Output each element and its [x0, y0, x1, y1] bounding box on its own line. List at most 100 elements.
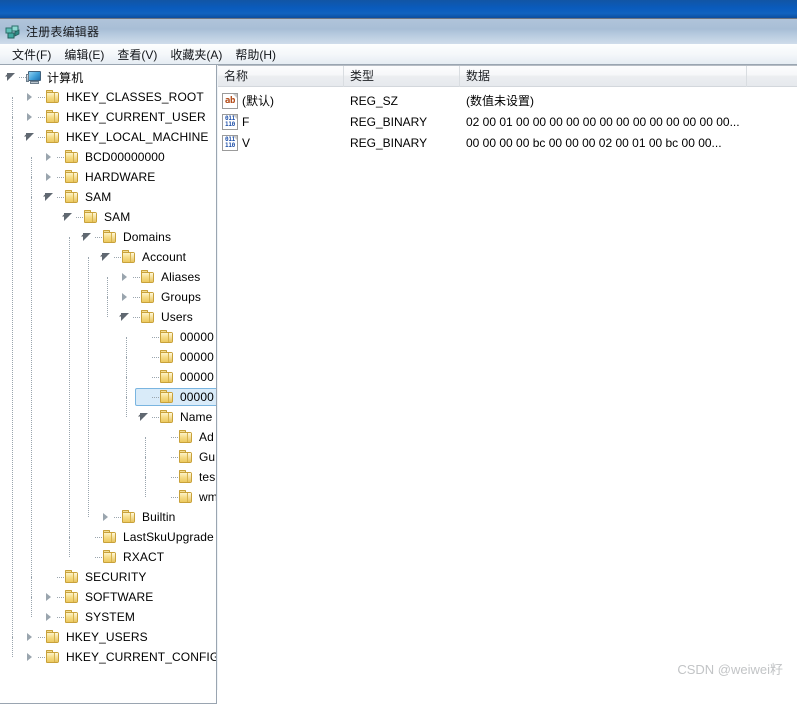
tree-node-hit-area[interactable]: 00000	[135, 368, 216, 386]
tree-node-spacer	[155, 469, 171, 485]
chevron-right-icon[interactable]	[117, 269, 133, 285]
chevron-right-icon[interactable]	[41, 589, 57, 605]
tree-node-hit-area[interactable]: HKEY_CURRENT_USER	[21, 108, 213, 126]
tree-node-hit-area[interactable]: SAM	[40, 188, 118, 206]
chevron-right-icon[interactable]	[117, 289, 133, 305]
tree-node-hit-area[interactable]: HARDWARE	[40, 168, 162, 186]
value-row[interactable]: ab (默认) REG_SZ (数值未设置)	[218, 90, 797, 111]
menu-help[interactable]: 帮助(H)	[229, 44, 283, 65]
tree-node-hit-area[interactable]: Groups	[116, 288, 208, 306]
menu-view[interactable]: 查看(V)	[111, 44, 164, 65]
value-name-cell: ab (默认)	[218, 92, 344, 109]
menu-edit[interactable]: 编辑(E)	[58, 44, 111, 65]
value-data-cell: 02 00 01 00 00 00 00 00 00 00 00 00 00 0…	[466, 114, 740, 129]
chevron-right-icon[interactable]	[41, 169, 57, 185]
folder-icon	[178, 429, 194, 445]
tree-connector-line	[133, 309, 140, 325]
tree-node-spacer	[136, 329, 152, 345]
value-data-cell: (数值未设置)	[466, 94, 534, 108]
value-data-cell: 00 00 00 00 bc 00 00 00 02 00 01 00 bc 0…	[466, 135, 722, 150]
tree-node-label: SAM	[104, 210, 131, 224]
tree-node-hit-area[interactable]: LastSkuUpgrade	[78, 528, 216, 546]
tree-node[interactable]: HKEY_CURRENT_CONFIG	[0, 647, 217, 667]
value-row[interactable]: 011 110 F REG_BINARY 02 00 01 00 00 00 00 00…	[218, 111, 797, 132]
chevron-down-icon[interactable]	[41, 189, 57, 205]
tree-connector-line	[171, 429, 178, 445]
tree-node-hit-area[interactable]: Account	[97, 248, 193, 266]
chevron-down-icon[interactable]	[98, 249, 114, 265]
tree-node-hit-area[interactable]: SECURITY	[40, 568, 153, 586]
chevron-down-icon[interactable]	[3, 69, 19, 85]
value-row[interactable]: 011 110 V REG_BINARY 00 00 00 00 bc 00 00 00…	[218, 132, 797, 153]
chevron-right-icon[interactable]	[22, 629, 38, 645]
folder-icon	[140, 269, 156, 285]
folder-icon	[64, 589, 80, 605]
tree-node-hit-area[interactable]: 计算机	[2, 68, 90, 86]
tree-node-hit-area[interactable]: 00000	[135, 348, 216, 366]
tree-node[interactable]: HKEY_LOCAL_MACHINE	[0, 127, 216, 147]
tree-guide-line	[31, 197, 33, 617]
tree-node-hit-area[interactable]: HKEY_USERS	[21, 628, 155, 646]
tree-node-hit-area[interactable]: Ad	[154, 428, 216, 446]
tree-guide-line	[126, 397, 128, 417]
tree-node-label: Ad	[199, 430, 214, 444]
folder-icon	[45, 89, 61, 105]
tree-node-hit-area[interactable]: HKEY_LOCAL_MACHINE	[21, 128, 216, 146]
tree-node-hit-area[interactable]: Users	[116, 308, 200, 326]
registry-tree-pane[interactable]: 计算机 HKEY_CLASSES_ROOT HKEY_CURRENT_USER HKE…	[0, 65, 217, 703]
tree-node-hit-area[interactable]: wm	[154, 488, 217, 506]
chevron-right-icon[interactable]	[41, 149, 57, 165]
tree-node-hit-area[interactable]: tes	[154, 468, 216, 486]
tree-node-label: wm	[199, 490, 217, 504]
folder-icon	[83, 209, 99, 225]
chevron-right-icon[interactable]	[41, 609, 57, 625]
tree-node-hit-area[interactable]: 00000	[135, 388, 216, 406]
tree-node-hit-area[interactable]: Domains	[78, 228, 178, 246]
menu-file[interactable]: 文件(F)	[6, 44, 58, 65]
folder-icon	[102, 549, 118, 565]
tree-node[interactable]: 计算机	[0, 67, 216, 87]
tree-node-label: HKEY_CURRENT_CONFIG	[66, 650, 217, 664]
tree-node-hit-area[interactable]: Name	[135, 408, 216, 426]
tree-node-spacer	[41, 569, 57, 585]
tree-node-hit-area[interactable]: SOFTWARE	[40, 588, 160, 606]
chevron-down-icon[interactable]	[22, 129, 38, 145]
tree-node-hit-area[interactable]: SAM	[59, 208, 137, 226]
value-name-label: (默认)	[242, 94, 274, 108]
csdn-watermark: CSDN @weiwei籽	[677, 662, 783, 677]
tree-node[interactable]: HKEY_CURRENT_USER	[0, 107, 216, 127]
chevron-right-icon[interactable]	[98, 509, 114, 525]
tree-node-label: SOFTWARE	[85, 590, 154, 604]
tree-node-hit-area[interactable]: 00000	[135, 328, 216, 346]
chevron-right-icon[interactable]	[22, 649, 38, 665]
folder-icon	[159, 329, 175, 345]
values-list-pane[interactable]: 名称 类型 数据 ab (默认) REG_SZ (数值未设置) 011 110 F REG_B…	[218, 65, 797, 703]
tree-node-hit-area[interactable]: Builtin	[97, 508, 182, 526]
tree-node-hit-area[interactable]: BCD00000000	[40, 148, 172, 166]
tree-node-hit-area[interactable]: HKEY_CLASSES_ROOT	[21, 88, 211, 106]
column-header-data[interactable]: 数据	[460, 65, 747, 87]
column-header-type[interactable]: 类型	[344, 65, 460, 87]
tree-node-hit-area[interactable]: RXACT	[78, 548, 171, 566]
menu-favorites[interactable]: 收藏夹(A)	[164, 44, 229, 65]
tree-node[interactable]: HKEY_CLASSES_ROOT	[0, 87, 216, 107]
chevron-down-icon[interactable]	[60, 209, 76, 225]
tree-connector-line	[57, 609, 64, 625]
folder-icon	[45, 109, 61, 125]
tree-node-hit-area[interactable]: SYSTEM	[40, 608, 142, 626]
tree-node-hit-area[interactable]: Aliases	[116, 268, 207, 286]
chevron-down-icon[interactable]	[79, 229, 95, 245]
folder-icon	[159, 409, 175, 425]
tree-node-hit-area[interactable]: Gu	[154, 448, 216, 466]
chevron-down-icon[interactable]	[136, 409, 152, 425]
tree-connector-line	[114, 509, 121, 525]
chevron-right-icon[interactable]	[22, 89, 38, 105]
tree-node[interactable]: HKEY_USERS	[0, 627, 216, 647]
column-header-name[interactable]: 名称	[218, 65, 344, 87]
menubar: 文件(F) 编辑(E) 查看(V) 收藏夹(A) 帮助(H)	[0, 44, 797, 65]
tree-node-hit-area[interactable]: HKEY_CURRENT_CONFIG	[21, 648, 217, 666]
column-header-filler[interactable]	[747, 65, 797, 87]
chevron-down-icon[interactable]	[117, 309, 133, 325]
chevron-right-icon[interactable]	[22, 109, 38, 125]
tree-connector-line	[152, 349, 159, 365]
